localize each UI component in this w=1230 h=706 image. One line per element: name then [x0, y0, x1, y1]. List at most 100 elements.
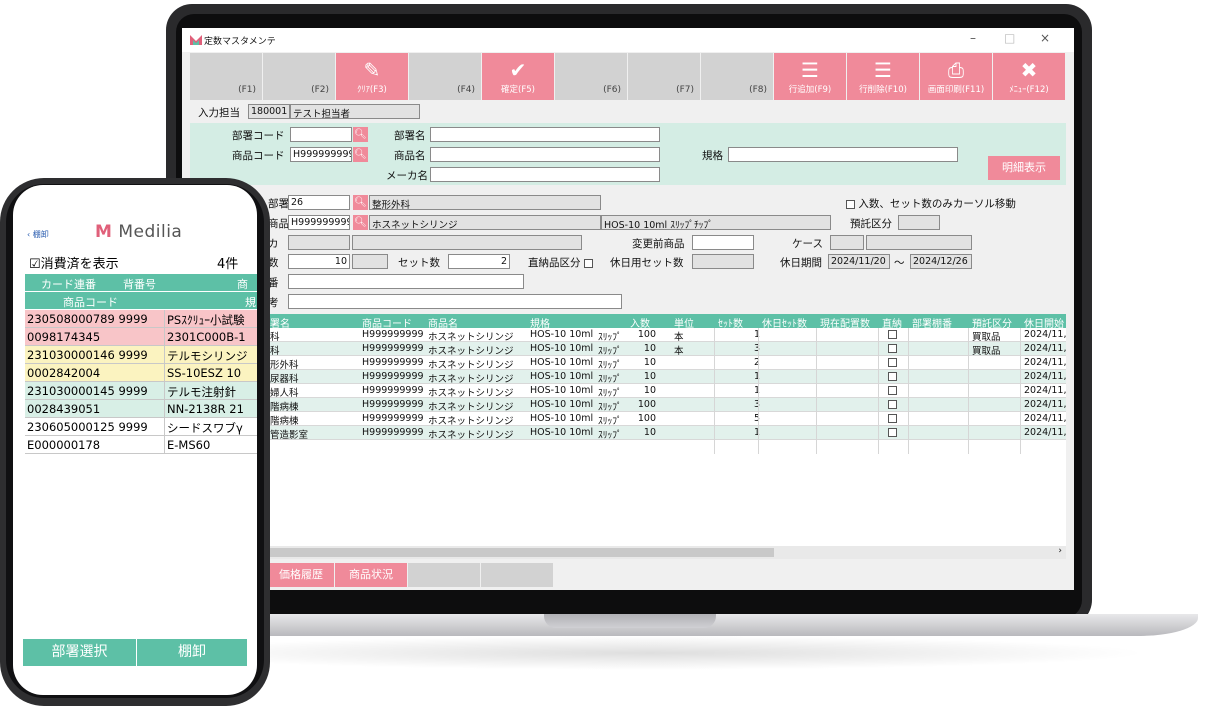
set-qty-input[interactable]: 2	[448, 254, 510, 269]
grid-horizontal-scrollbar[interactable]: ›	[268, 546, 1066, 559]
maximize-button[interactable]: □	[1004, 31, 1015, 45]
select-dept-button[interactable]: 部署選択	[23, 639, 136, 666]
confirm-f5-button[interactable]: ✔ 確定(F5)	[482, 53, 554, 100]
f2-button[interactable]: (F2)	[263, 53, 335, 100]
f6-button[interactable]: (F6)	[555, 53, 627, 100]
cursor-option-checkbox[interactable]	[846, 199, 855, 209]
print-f11-button[interactable]: ⎙ 画面印刷(F11)	[920, 53, 992, 100]
f12-label: ﾒﾆｭｰ(F12)	[1009, 85, 1049, 95]
f7-button[interactable]: (F7)	[628, 53, 700, 100]
direct-row-checkbox[interactable]	[888, 358, 897, 367]
note-input[interactable]	[288, 294, 622, 309]
cell-dept: 尿器科	[270, 374, 299, 385]
cell-code: H999999999	[362, 329, 424, 340]
menu-f12-button[interactable]: ✖ ﾒﾆｭｰ(F12)	[993, 53, 1065, 100]
minimize-button[interactable]: –	[970, 31, 976, 45]
cell-tip: ｽﾘｯﾌﾟ	[598, 332, 622, 343]
detail-dept-search-icon[interactable]: 🔍︎	[353, 195, 368, 210]
prev-product-input[interactable]	[692, 235, 754, 250]
direct-checkbox[interactable]	[583, 258, 593, 268]
direct-row-checkbox[interactable]	[888, 372, 897, 381]
add-row-f9-button[interactable]: ☰ 行追加(F9)	[774, 53, 846, 100]
cell-tip: ｽﾘｯﾌﾟ	[598, 430, 622, 441]
product-search-icon[interactable]: 🔍︎	[353, 147, 368, 162]
spec-input[interactable]	[728, 147, 958, 162]
cursor-option[interactable]: 入数、セット数のみカーソル移動	[846, 196, 1016, 211]
detail-product-name: ホスネットシリンジ	[369, 215, 601, 230]
cell-holiday: 2024/11,	[1024, 427, 1066, 438]
dept-code-input[interactable]	[290, 127, 352, 142]
delete-row-f10-button[interactable]: ☰ 行削除(F10)	[847, 53, 919, 100]
list-item[interactable]: 231030000146 9999 テルモシリンジ	[25, 346, 257, 364]
direct-row-checkbox[interactable]	[888, 428, 897, 437]
direct-row-checkbox[interactable]	[888, 344, 897, 353]
clear-f3-button[interactable]: ✎ ｸﾘｱ(F3)	[336, 53, 408, 100]
table-row[interactable]: 階病棟 H999999999 ホスネットシリンジ HOS-10 10ml ｽﾘｯﾌﾟ 10…	[268, 398, 1066, 413]
back-link[interactable]: ‹ 棚卸	[27, 229, 49, 240]
list-item[interactable]: E000000178 E-MS60	[25, 436, 257, 454]
list-item-code: 231030000145 9999	[27, 384, 148, 398]
direct-row-checkbox[interactable]	[888, 386, 897, 395]
qty-unit	[352, 254, 388, 269]
cell-tip: ｽﾘｯﾌﾟ	[598, 374, 622, 385]
list-item-divider	[164, 346, 165, 364]
table-row[interactable]: 科 H999999999 ホスネットシリンジ HOS-10 10ml ｽﾘｯﾌﾟ 10 本 3…	[268, 342, 1066, 357]
shelf-input[interactable]	[288, 274, 524, 289]
list-item[interactable]: 0002842004 SS-10ESZ 10	[25, 364, 257, 382]
table-row[interactable]: 管造影室 H999999999 ホスネットシリンジ HOS-10 10ml ｽﾘｯﾌﾟ 1…	[268, 426, 1066, 441]
product-name-input[interactable]	[430, 147, 660, 162]
list-item-code: 230508000789 9999	[27, 312, 148, 326]
close-window-button[interactable]: ×	[1040, 31, 1050, 45]
cell-dept: 形外科	[270, 360, 299, 371]
tab-empty-1[interactable]	[408, 563, 480, 587]
list-item[interactable]: 230508000789 9999 PSｽｸﾘｭｰ小試験	[25, 310, 257, 328]
f4-button[interactable]: (F4)	[409, 53, 481, 100]
grid-header: 署名 商品コード 商品名 規格 入数 単位 ｾｯﾄ数 休日ｾｯﾄ数 現在配置数 …	[268, 314, 1066, 330]
direct-row-checkbox[interactable]	[888, 330, 897, 339]
window-titlebar: 定数マスタメンテ – □ ×	[182, 28, 1074, 52]
list-item[interactable]: 0098174345 2301C000B-1	[25, 328, 257, 346]
table-row[interactable]: 尿器科 H999999999 ホスネットシリンジ HOS-10 10ml ｽﾘｯﾌﾟ 10…	[268, 370, 1066, 385]
phone-header-row-1: カード連番 背番号 商	[25, 274, 257, 291]
cell-sets: 5	[753, 413, 760, 424]
detail-product-code[interactable]: H999999999	[288, 215, 350, 230]
header-code: 商品コード	[63, 296, 118, 309]
f8-button[interactable]: (F8)	[701, 53, 773, 100]
cell-unit: 本	[674, 332, 684, 343]
qty-input[interactable]: 10	[288, 254, 350, 269]
tab-product-status[interactable]: 商品状況	[335, 563, 407, 587]
cell-sets: 1	[753, 385, 760, 396]
product-code-input[interactable]: H999999999	[290, 147, 352, 162]
table-row[interactable]: 階病棟 H999999999 ホスネットシリンジ HOS-10 10ml ｽﾘｯﾌﾟ 10…	[268, 412, 1066, 427]
list-item[interactable]: 231030000145 9999 テルモ注射針	[25, 382, 257, 400]
table-row[interactable]: 形外科 H999999999 ホスネットシリンジ HOS-10 10ml ｽﾘｯﾌﾟ 10…	[268, 356, 1066, 371]
list-item[interactable]: 0028439051 NN-2138R 21	[25, 400, 257, 418]
case-value-2	[866, 235, 972, 250]
dept-name-input[interactable]	[430, 127, 660, 142]
show-consumed-toggle[interactable]: ☑消費済を表示	[29, 253, 119, 272]
inventory-button[interactable]: 棚卸	[137, 639, 247, 666]
tab-price-history[interactable]: 価格履歴	[268, 563, 334, 587]
detail-maker-code	[288, 235, 350, 250]
tab-empty-2[interactable]	[481, 563, 553, 587]
scrollbar-thumb[interactable]	[268, 548, 774, 557]
dept-search-icon[interactable]: 🔍︎	[353, 127, 368, 142]
list-item-divider	[164, 364, 165, 382]
direct-label: 直納品区分	[528, 255, 593, 270]
f1-button[interactable]: (F1)	[190, 53, 262, 100]
detail-product-search-icon[interactable]: 🔍︎	[353, 215, 368, 230]
show-detail-button[interactable]: 明細表示	[988, 156, 1060, 180]
direct-row-checkbox[interactable]	[888, 400, 897, 409]
detail-dept-code[interactable]: 26	[288, 195, 350, 210]
maker-input[interactable]	[430, 167, 660, 182]
direct-row-checkbox[interactable]	[888, 414, 897, 423]
input-person-name: テスト担当者	[290, 104, 420, 119]
cell-spec: HOS-10 10ml	[530, 329, 594, 340]
list-item[interactable]: 230605000125 9999 シードスワブγ	[25, 418, 257, 436]
grid-divider	[714, 328, 715, 454]
table-row[interactable]: 科 H999999999 ホスネットシリンジ HOS-10 10ml ｽﾘｯﾌﾟ 100 本…	[268, 328, 1066, 343]
cell-holiday: 2024/11,	[1024, 343, 1066, 354]
back-label: 棚卸	[32, 230, 49, 239]
table-row[interactable]: 婦人科 H999999999 ホスネットシリンジ HOS-10 10ml ｽﾘｯﾌﾟ 10…	[268, 384, 1066, 399]
scroll-right-icon[interactable]: ›	[1058, 546, 1062, 556]
